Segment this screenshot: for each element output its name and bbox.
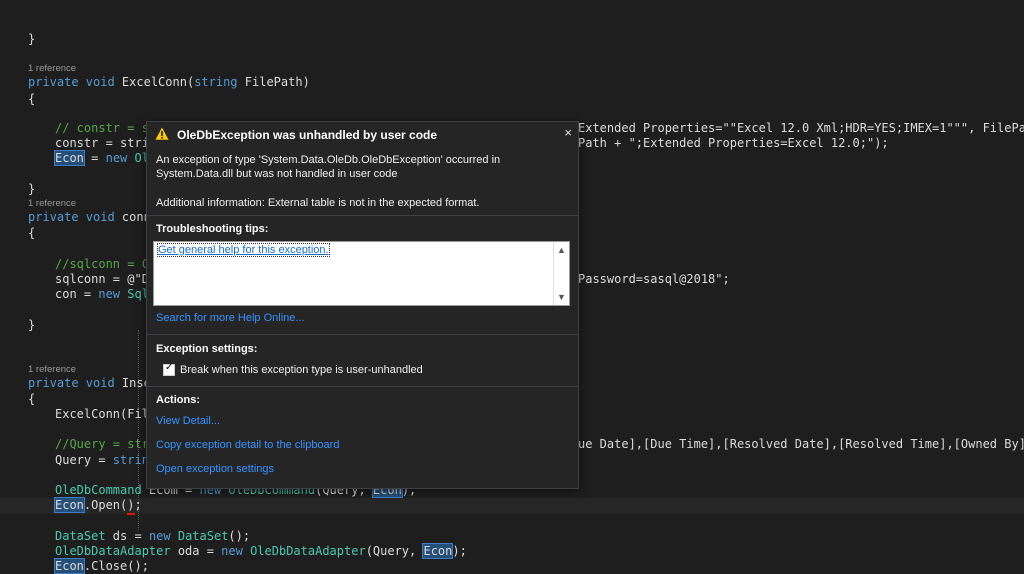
- code-line-constr[interactable]: constr = strin: [55, 136, 156, 151]
- codelens-reference-3[interactable]: 1 reference: [28, 364, 76, 375]
- code-line-open-brace-2[interactable]: {: [28, 226, 35, 241]
- code-line-open-brace-3[interactable]: {: [28, 392, 35, 407]
- code-line-comment-query[interactable]: //Query = stri: [55, 437, 156, 452]
- break-on-exception-label[interactable]: Break when this exception type is user-u…: [180, 364, 423, 376]
- codelens-reference-1[interactable]: 1 reference: [28, 63, 76, 74]
- code-line-comment-constr[interactable]: // constr = st: [55, 121, 156, 136]
- dialog-header: OleDbException was unhandled by user cod…: [147, 122, 578, 146]
- actions-heading: Actions:: [156, 394, 200, 406]
- codelens-reference-2[interactable]: 1 reference: [28, 198, 76, 209]
- code-line-comment-query-tail[interactable]: ue Date],[Due Time],[Resolved Date],[Res…: [578, 437, 1024, 452]
- code-line-comment-sqlconn[interactable]: //sqlconn = Co: [55, 257, 156, 272]
- code-line-insert-signature[interactable]: private void Inse: [28, 376, 151, 391]
- code-line-query[interactable]: Query = string: [55, 453, 156, 468]
- exception-dialog: OleDbException was unhandled by user cod…: [146, 121, 579, 489]
- code-line-open-brace[interactable]: {: [28, 92, 35, 107]
- code-line-sqlconn[interactable]: sqlconn = @"Da: [55, 272, 156, 287]
- view-detail-link[interactable]: View Detail...: [156, 415, 220, 427]
- divider: [147, 215, 578, 216]
- search-help-online-link[interactable]: Search for more Help Online...: [156, 312, 305, 324]
- exception-settings-heading: Exception settings:: [156, 343, 258, 355]
- additional-information: Additional information: External table i…: [156, 197, 480, 209]
- code-line-sqlconn-tail[interactable]: Password=sasql@2018";: [578, 272, 730, 287]
- code-line-constr-tail[interactable]: Path + ";Extended Properties=Excel 12.0;…: [578, 136, 889, 151]
- scroll-down-icon[interactable]: ▼: [557, 292, 566, 302]
- code-line-comment-constr-tail[interactable]: Extended Properties=""Excel 12.0 Xml;HDR…: [578, 121, 1024, 136]
- dialog-title: OleDbException was unhandled by user cod…: [177, 128, 438, 142]
- error-squiggle: [127, 510, 135, 515]
- code-line-close-brace-1[interactable]: }: [28, 182, 35, 197]
- code-line-excelconn-call[interactable]: ExcelConn(File: [55, 407, 156, 422]
- troubleshooting-tips-list[interactable]: Get general help for this exception. ▲ ▼: [153, 241, 570, 306]
- warning-icon: [154, 126, 170, 141]
- exception-message: An exception of type 'System.Data.OleDb.…: [156, 153, 566, 181]
- break-on-exception-checkbox[interactable]: ✓: [163, 362, 175, 376]
- code-line-close-brace-2[interactable]: }: [28, 318, 35, 333]
- scroll-up-icon[interactable]: ▲: [557, 245, 566, 255]
- code-line-conns-signature[interactable]: private void conns: [28, 210, 158, 225]
- code-line-dataset[interactable]: DataSet ds = new DataSet();: [55, 529, 250, 544]
- code-line-con[interactable]: con = new SqlC: [55, 287, 156, 302]
- tips-scrollbar[interactable]: ▲ ▼: [553, 242, 569, 305]
- checkmark-icon: ✓: [165, 362, 174, 373]
- copy-exception-detail-link[interactable]: Copy exception detail to the clipboard: [156, 439, 339, 451]
- exception-message-line1: An exception of type 'System.Data.OleDb.…: [156, 154, 501, 166]
- code-line-closing-brace[interactable]: }: [28, 32, 35, 47]
- close-icon[interactable]: ×: [564, 125, 572, 140]
- code-line-econ-assign[interactable]: Econ = new Ol: [54, 150, 149, 166]
- divider: [147, 386, 578, 387]
- open-exception-settings-link[interactable]: Open exception settings: [156, 463, 274, 475]
- exception-message-line2: System.Data.dll but was not handled in u…: [156, 168, 398, 180]
- code-line-oda[interactable]: OleDbDataAdapter oda = new OleDbDataAdap…: [55, 543, 467, 559]
- code-line-excelconn-signature[interactable]: private void ExcelConn(string FilePath): [28, 75, 310, 90]
- general-help-link[interactable]: Get general help for this exception.: [157, 243, 330, 257]
- troubleshooting-heading: Troubleshooting tips:: [156, 223, 269, 235]
- divider: [147, 334, 578, 335]
- current-line-highlight: [0, 498, 1024, 514]
